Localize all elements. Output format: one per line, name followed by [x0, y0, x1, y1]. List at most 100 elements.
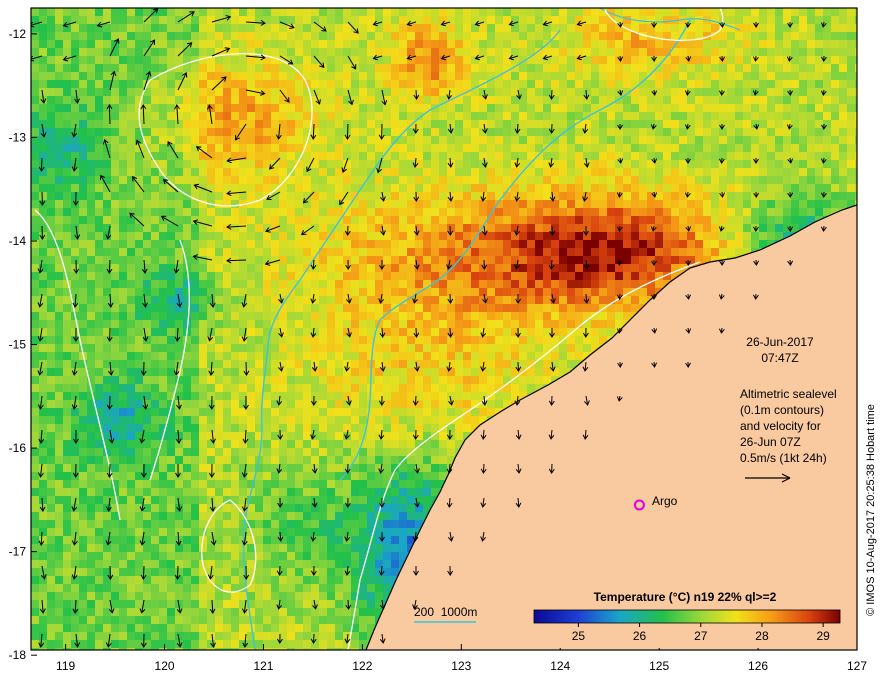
sst-pixel	[639, 240, 648, 249]
sst-pixel	[479, 112, 488, 121]
sst-pixel	[335, 184, 344, 193]
sst-pixel	[455, 248, 464, 257]
sst-pixel	[127, 184, 136, 193]
sst-pixel	[39, 48, 48, 57]
sst-pixel	[175, 344, 184, 353]
sst-pixel	[679, 144, 688, 153]
sst-pixel	[567, 112, 576, 121]
sst-pixel	[143, 24, 152, 33]
sst-pixel	[783, 136, 792, 145]
sst-pixel	[695, 96, 704, 105]
sst-pixel	[31, 352, 40, 361]
sst-pixel	[327, 96, 336, 105]
sst-pixel	[687, 200, 696, 209]
sst-pixel	[775, 200, 784, 209]
sst-pixel	[223, 368, 232, 377]
sst-pixel	[727, 40, 736, 49]
sst-pixel	[599, 48, 608, 57]
sst-pixel	[495, 304, 504, 313]
sst-pixel	[255, 240, 264, 249]
sst-pixel	[575, 184, 584, 193]
sst-pixel	[143, 272, 152, 281]
sst-pixel	[655, 144, 664, 153]
sst-pixel	[439, 40, 448, 49]
sst-pixel	[151, 56, 160, 65]
sst-pixel	[567, 224, 576, 233]
sst-pixel	[79, 144, 88, 153]
sst-pixel	[39, 280, 48, 289]
sst-pixel	[319, 352, 328, 361]
sst-pixel	[559, 240, 568, 249]
sst-pixel	[319, 80, 328, 89]
sst-pixel	[407, 240, 416, 249]
sst-pixel	[247, 48, 256, 57]
sst-pixel	[807, 120, 816, 129]
sst-pixel	[287, 304, 296, 313]
sst-pixel	[647, 168, 656, 177]
sst-pixel	[47, 352, 56, 361]
sst-pixel	[351, 160, 360, 169]
sst-pixel	[671, 64, 680, 73]
sst-pixel	[191, 24, 200, 33]
sst-pixel	[615, 144, 624, 153]
sst-pixel	[159, 128, 168, 137]
sst-pixel	[735, 200, 744, 209]
sst-pixel	[183, 24, 192, 33]
sst-pixel	[255, 96, 264, 105]
sst-pixel	[727, 112, 736, 121]
sst-pixel	[599, 120, 608, 129]
sst-pixel	[335, 304, 344, 313]
sst-pixel	[575, 176, 584, 185]
sst-pixel	[119, 160, 128, 169]
sst-pixel	[103, 160, 112, 169]
sst-pixel	[551, 312, 560, 321]
sst-pixel	[759, 184, 768, 193]
sst-pixel	[519, 344, 528, 353]
sst-pixel	[423, 40, 432, 49]
sst-pixel	[607, 56, 616, 65]
sst-pixel	[247, 96, 256, 105]
sst-pixel	[839, 48, 848, 57]
sst-pixel	[567, 256, 576, 265]
sst-pixel	[231, 232, 240, 241]
sst-pixel	[279, 336, 288, 345]
sst-pixel	[559, 320, 568, 329]
sst-pixel	[847, 8, 856, 17]
sst-pixel	[519, 248, 528, 257]
sst-pixel	[47, 104, 56, 113]
sst-pixel	[367, 272, 376, 281]
sst-pixel	[295, 360, 304, 369]
sst-pixel	[55, 200, 64, 209]
sst-pixel	[367, 144, 376, 153]
sst-pixel	[103, 40, 112, 49]
sst-pixel	[639, 16, 648, 25]
sst-pixel	[247, 344, 256, 353]
sst-pixel	[575, 264, 584, 273]
sst-pixel	[55, 120, 64, 129]
sst-pixel	[487, 352, 496, 361]
sst-pixel	[175, 144, 184, 153]
sst-pixel	[471, 328, 480, 337]
sst-pixel	[487, 136, 496, 145]
sst-pixel	[63, 192, 72, 201]
sst-pixel	[639, 264, 648, 273]
sst-pixel	[319, 360, 328, 369]
sst-pixel	[807, 40, 816, 49]
sst-pixel	[575, 144, 584, 153]
sst-pixel	[527, 320, 536, 329]
sst-pixel	[743, 120, 752, 129]
sst-pixel	[47, 392, 56, 401]
sst-pixel	[703, 120, 712, 129]
sst-pixel	[407, 360, 416, 369]
sst-pixel	[103, 224, 112, 233]
sst-pixel	[823, 176, 832, 185]
sst-pixel	[119, 200, 128, 209]
sst-pixel	[591, 80, 600, 89]
sst-pixel	[671, 24, 680, 33]
sst-pixel	[31, 32, 40, 41]
sst-pixel	[71, 144, 80, 153]
sst-pixel	[87, 48, 96, 57]
sst-pixel	[39, 272, 48, 281]
sst-pixel	[655, 48, 664, 57]
sst-pixel	[151, 288, 160, 297]
